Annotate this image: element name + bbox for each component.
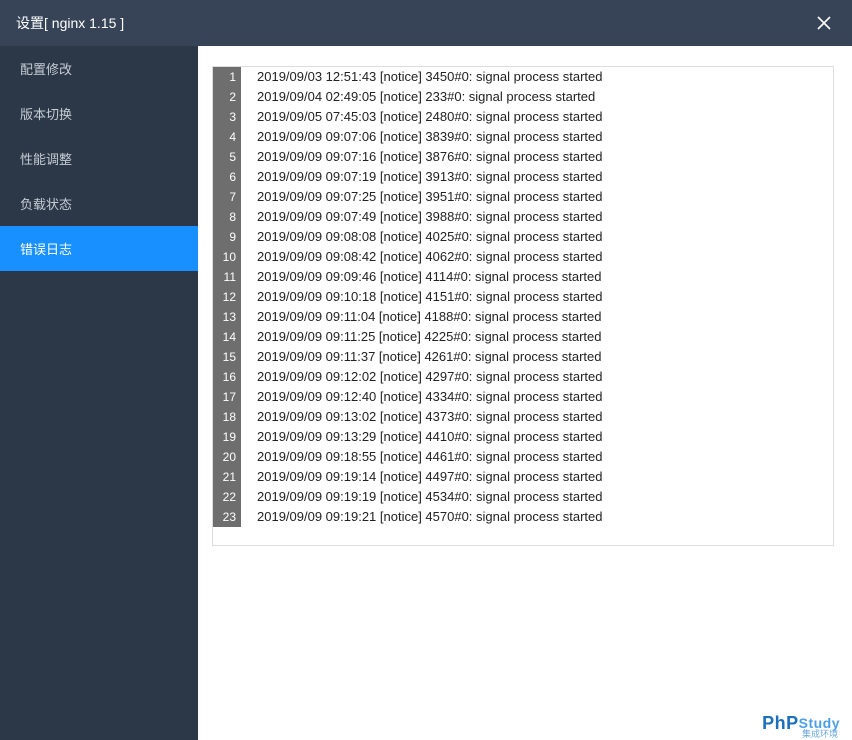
log-line: 212019/09/09 09:19:14 [notice] 4497#0: s… <box>213 467 833 487</box>
line-number: 13 <box>213 307 241 327</box>
line-text: 2019/09/09 09:11:25 [notice] 4225#0: sig… <box>241 327 622 347</box>
line-number: 17 <box>213 387 241 407</box>
line-text: 2019/09/09 09:07:06 [notice] 3839#0: sig… <box>241 127 622 147</box>
line-number: 16 <box>213 367 241 387</box>
line-text: 2019/09/09 09:08:42 [notice] 4062#0: sig… <box>241 247 622 267</box>
sidebar-item-label: 版本切换 <box>20 107 72 122</box>
line-number: 3 <box>213 107 241 127</box>
line-number: 15 <box>213 347 241 367</box>
sidebar-item-error-log[interactable]: 错误日志 <box>0 226 198 271</box>
line-text: 2019/09/09 09:12:02 [notice] 4297#0: sig… <box>241 367 622 387</box>
log-line: 22019/09/04 02:49:05 [notice] 233#0: sig… <box>213 87 833 107</box>
log-line: 202019/09/09 09:18:55 [notice] 4461#0: s… <box>213 447 833 467</box>
log-line: 132019/09/09 09:11:04 [notice] 4188#0: s… <box>213 307 833 327</box>
line-text: 2019/09/09 09:07:16 [notice] 3876#0: sig… <box>241 147 622 167</box>
line-text: 2019/09/09 09:11:04 [notice] 4188#0: sig… <box>241 307 622 327</box>
sidebar-item-config-edit[interactable]: 配置修改 <box>0 46 198 91</box>
line-number: 14 <box>213 327 241 347</box>
window-title: 设置[ nginx 1.15 ] <box>16 13 124 33</box>
log-line: 72019/09/09 09:07:25 [notice] 3951#0: si… <box>213 187 833 207</box>
line-number: 2 <box>213 87 241 107</box>
log-line: 142019/09/09 09:11:25 [notice] 4225#0: s… <box>213 327 833 347</box>
log-line: 172019/09/09 09:12:40 [notice] 4334#0: s… <box>213 387 833 407</box>
line-number: 10 <box>213 247 241 267</box>
line-number: 1 <box>213 67 241 87</box>
sidebar-item-label: 配置修改 <box>20 62 72 77</box>
line-text: 2019/09/09 09:10:18 [notice] 4151#0: sig… <box>241 287 622 307</box>
sidebar-item-load-status[interactable]: 负载状态 <box>0 181 198 226</box>
close-button[interactable] <box>812 11 836 35</box>
line-number: 11 <box>213 267 241 287</box>
line-text: 2019/09/09 09:07:19 [notice] 3913#0: sig… <box>241 167 622 187</box>
sidebar-item-label: 错误日志 <box>20 242 72 257</box>
line-number: 12 <box>213 287 241 307</box>
line-text: 2019/09/09 09:09:46 [notice] 4114#0: sig… <box>241 267 622 287</box>
log-line: 42019/09/09 09:07:06 [notice] 3839#0: si… <box>213 127 833 147</box>
line-text: 2019/09/09 09:19:21 [notice] 4570#0: sig… <box>241 507 622 527</box>
sidebar: 配置修改 版本切换 性能调整 负载状态 错误日志 <box>0 46 198 740</box>
line-text: 2019/09/09 09:19:14 [notice] 4497#0: sig… <box>241 467 622 487</box>
log-line: 122019/09/09 09:10:18 [notice] 4151#0: s… <box>213 287 833 307</box>
line-text: 2019/09/05 07:45:03 [notice] 2480#0: sig… <box>241 107 622 127</box>
log-line: 232019/09/09 09:19:21 [notice] 4570#0: s… <box>213 507 833 527</box>
line-text: 2019/09/09 09:08:08 [notice] 4025#0: sig… <box>241 227 622 247</box>
log-line: 32019/09/05 07:45:03 [notice] 2480#0: si… <box>213 107 833 127</box>
brand-tagline: 集成环境 <box>802 727 838 740</box>
line-text: 2019/09/09 09:13:02 [notice] 4373#0: sig… <box>241 407 622 427</box>
content-area: 配置修改 版本切换 性能调整 负载状态 错误日志 12019/09/03 12:… <box>0 46 852 740</box>
brand-main: PhP <box>762 713 799 733</box>
line-number: 19 <box>213 427 241 447</box>
log-line: 92019/09/09 09:08:08 [notice] 4025#0: si… <box>213 227 833 247</box>
log-line: 182019/09/09 09:13:02 [notice] 4373#0: s… <box>213 407 833 427</box>
sidebar-item-label: 性能调整 <box>20 152 72 167</box>
line-number: 7 <box>213 187 241 207</box>
log-line: 52019/09/09 09:07:16 [notice] 3876#0: si… <box>213 147 833 167</box>
line-text: 2019/09/09 09:11:37 [notice] 4261#0: sig… <box>241 347 622 367</box>
log-line: 62019/09/09 09:07:19 [notice] 3913#0: si… <box>213 167 833 187</box>
line-number: 21 <box>213 467 241 487</box>
log-line: 192019/09/09 09:13:29 [notice] 4410#0: s… <box>213 427 833 447</box>
log-line: 152019/09/09 09:11:37 [notice] 4261#0: s… <box>213 347 833 367</box>
line-number: 23 <box>213 507 241 527</box>
log-line: 162019/09/09 09:12:02 [notice] 4297#0: s… <box>213 367 833 387</box>
sidebar-item-version-switch[interactable]: 版本切换 <box>0 91 198 136</box>
log-line: 82019/09/09 09:07:49 [notice] 3988#0: si… <box>213 207 833 227</box>
log-line: 112019/09/09 09:09:46 [notice] 4114#0: s… <box>213 267 833 287</box>
log-viewer[interactable]: 12019/09/03 12:51:43 [notice] 3450#0: si… <box>212 66 834 546</box>
log-line: 12019/09/03 12:51:43 [notice] 3450#0: si… <box>213 67 833 87</box>
line-text: 2019/09/09 09:07:25 [notice] 3951#0: sig… <box>241 187 622 207</box>
line-text: 2019/09/09 09:07:49 [notice] 3988#0: sig… <box>241 207 622 227</box>
line-number: 8 <box>213 207 241 227</box>
main-panel: 12019/09/03 12:51:43 [notice] 3450#0: si… <box>198 46 852 740</box>
line-text: 2019/09/09 09:13:29 [notice] 4410#0: sig… <box>241 427 622 447</box>
line-number: 9 <box>213 227 241 247</box>
line-number: 4 <box>213 127 241 147</box>
line-text: 2019/09/09 09:18:55 [notice] 4461#0: sig… <box>241 447 622 467</box>
line-number: 6 <box>213 167 241 187</box>
sidebar-item-performance[interactable]: 性能调整 <box>0 136 198 181</box>
log-line: 222019/09/09 09:19:19 [notice] 4534#0: s… <box>213 487 833 507</box>
sidebar-item-label: 负载状态 <box>20 197 72 212</box>
line-number: 18 <box>213 407 241 427</box>
line-text: 2019/09/03 12:51:43 [notice] 3450#0: sig… <box>241 67 622 87</box>
titlebar: 设置[ nginx 1.15 ] <box>0 0 852 46</box>
line-text: 2019/09/09 09:19:19 [notice] 4534#0: sig… <box>241 487 622 507</box>
line-text: 2019/09/04 02:49:05 [notice] 233#0: sign… <box>241 87 615 107</box>
line-number: 22 <box>213 487 241 507</box>
line-text: 2019/09/09 09:12:40 [notice] 4334#0: sig… <box>241 387 622 407</box>
line-number: 20 <box>213 447 241 467</box>
line-number: 5 <box>213 147 241 167</box>
log-line: 102019/09/09 09:08:42 [notice] 4062#0: s… <box>213 247 833 267</box>
close-icon <box>816 15 832 31</box>
